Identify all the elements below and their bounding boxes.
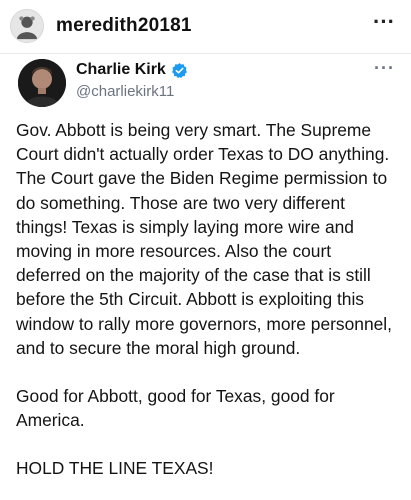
tweet-card: Charlie Kirk @charliekirk11 ··· Gov. Abb… <box>0 54 411 481</box>
tweet-header: Charlie Kirk @charliekirk11 ··· <box>16 54 395 110</box>
tweet-text: Gov. Abbott is being very smart. The Sup… <box>16 118 395 481</box>
post-header: meredith20181 ··· <box>0 0 411 52</box>
tweet-paragraph: HOLD THE LINE TEXAS! <box>16 458 214 479</box>
tweet-paragraph: Gov. Abbott is being very smart. The Sup… <box>16 120 392 358</box>
user-avatar[interactable] <box>10 9 44 43</box>
person-photo-icon <box>18 59 66 107</box>
post-username[interactable]: meredith20181 <box>56 15 192 37</box>
bottom-fade <box>0 488 411 500</box>
tweet-author-names: Charlie Kirk @charliekirk11 <box>76 61 188 100</box>
screenshot-page: meredith20181 ··· Charlie Kirk @charliek… <box>0 0 411 500</box>
tweet-author-avatar[interactable] <box>18 59 66 107</box>
tweet-handle[interactable]: @charliekirk11 <box>76 83 188 100</box>
name-row: Charlie Kirk <box>76 61 188 79</box>
tweet-paragraph: Good for Abbott, good for Texas, good fo… <box>16 386 335 431</box>
verified-badge-icon <box>171 62 187 78</box>
post-more-options-button[interactable]: ··· <box>369 9 399 43</box>
tweet-display-name[interactable]: Charlie Kirk <box>76 61 166 79</box>
tweet-more-options-button[interactable]: ··· <box>374 58 395 79</box>
profile-avatar-icon <box>11 10 43 42</box>
